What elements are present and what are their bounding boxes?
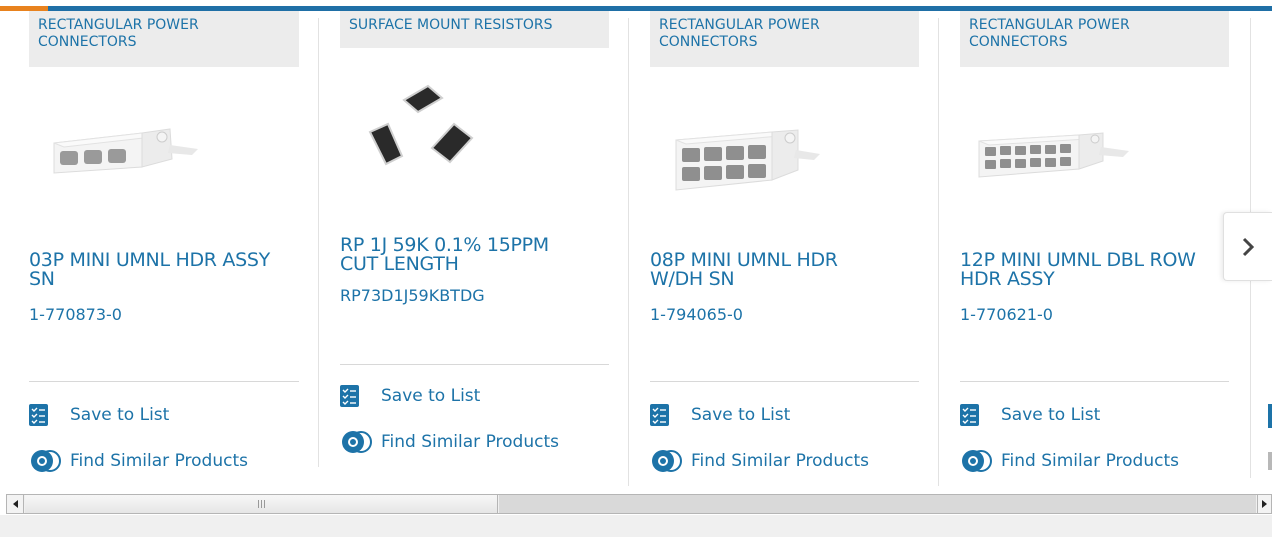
arrow-left-icon[interactable] — [7, 495, 24, 513]
checklist-icon — [650, 404, 669, 426]
product-image[interactable] — [360, 80, 490, 180]
part-number[interactable]: RP73D1J59KBTDG — [340, 287, 485, 305]
card-separator — [318, 18, 319, 467]
find-similar-label: Find Similar Products — [691, 451, 869, 471]
checklist-icon — [340, 385, 359, 407]
checklist-icon[interactable] — [1268, 404, 1272, 428]
save-to-list-button[interactable]: Save to List — [960, 404, 1100, 426]
product-carousel-page: RECTANGULAR POWER CONNECTORS 03P MINI UM… — [0, 0, 1272, 537]
category-label[interactable]: SURFACE MOUNT RESISTORS — [340, 11, 609, 48]
similar-products-icon — [340, 429, 375, 455]
status-area — [0, 515, 1272, 537]
product-name-line1[interactable]: 08P MINI UMNL HDR — [650, 251, 838, 270]
product-image[interactable] — [672, 120, 822, 195]
grip-icon — [257, 500, 265, 508]
find-similar-products-button[interactable]: Find Similar Products — [650, 448, 869, 474]
product-name-line2[interactable]: CUT LENGTH — [340, 255, 459, 274]
card-divider — [29, 381, 299, 382]
chevron-right-icon — [1242, 237, 1255, 256]
product-name-line2[interactable]: SN — [29, 270, 55, 289]
similar-products-icon — [960, 448, 995, 474]
product-name-line1[interactable]: 12P MINI UMNL DBL ROW — [960, 251, 1196, 270]
category-label[interactable]: RECTANGULAR POWER CONNECTORS — [960, 11, 1229, 67]
find-similar-label: Find Similar Products — [70, 451, 248, 471]
product-name-line2[interactable]: W/DH SN — [650, 270, 735, 289]
card-separator — [628, 18, 629, 486]
card-separator — [938, 18, 939, 486]
product-name-line1[interactable]: 03P MINI UMNL HDR ASSY — [29, 251, 270, 270]
similar-products-icon[interactable] — [1268, 452, 1272, 470]
arrow-right-icon[interactable] — [1257, 495, 1271, 513]
find-similar-products-button[interactable]: Find Similar Products — [960, 448, 1179, 474]
product-name-line1[interactable]: RP 1J 59K 0.1% 15PPM — [340, 236, 549, 255]
save-to-list-label: Save to List — [70, 405, 170, 425]
product-name-line2[interactable]: HDR ASSY — [960, 270, 1055, 289]
find-similar-products-button[interactable]: Find Similar Products — [340, 429, 559, 455]
card-divider — [650, 381, 919, 382]
card-divider — [960, 381, 1229, 382]
scrollbar-thumb[interactable] — [25, 495, 498, 513]
category-label[interactable]: RECTANGULAR POWER CONNECTORS — [650, 11, 919, 67]
horizontal-scrollbar[interactable] — [6, 494, 1272, 514]
card-divider — [340, 364, 609, 365]
product-image[interactable] — [975, 125, 1135, 185]
find-similar-label: Find Similar Products — [1001, 451, 1179, 471]
top-accent-bar — [0, 0, 1272, 11]
carousel-next-button[interactable] — [1223, 212, 1272, 281]
save-to-list-button[interactable]: Save to List — [29, 404, 169, 426]
checklist-icon — [29, 404, 48, 426]
category-label[interactable]: RECTANGULAR POWER CONNECTORS — [29, 11, 299, 67]
find-similar-label: Find Similar Products — [381, 432, 559, 452]
part-number[interactable]: 1-770873-0 — [29, 306, 122, 324]
product-image[interactable] — [52, 115, 202, 175]
scrollbar-track[interactable] — [499, 495, 1256, 513]
part-number[interactable]: 1-794065-0 — [650, 306, 743, 324]
part-number[interactable]: 1-770621-0 — [960, 306, 1053, 324]
checklist-icon — [960, 404, 979, 426]
save-to-list-label: Save to List — [1001, 405, 1101, 425]
similar-products-icon — [650, 448, 685, 474]
find-similar-products-button[interactable]: Find Similar Products — [29, 448, 248, 474]
similar-products-icon — [29, 448, 64, 474]
save-to-list-label: Save to List — [691, 405, 791, 425]
save-to-list-label: Save to List — [381, 386, 481, 406]
save-to-list-button[interactable]: Save to List — [340, 385, 480, 407]
save-to-list-button[interactable]: Save to List — [650, 404, 790, 426]
